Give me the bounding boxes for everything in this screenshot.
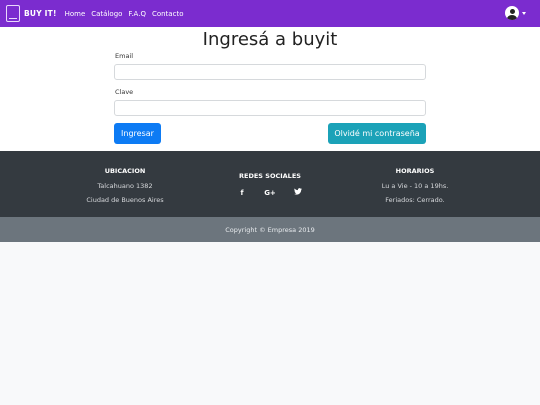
password-field[interactable] xyxy=(114,100,426,116)
social-title: REDES SOCIALES xyxy=(239,172,301,180)
copyright-bar: Copyright © Empresa 2019 xyxy=(0,217,540,242)
footer: UBICACION Talcahuano 1382 Ciudad de Buen… xyxy=(0,151,540,217)
footer-social: REDES SOCIALES xyxy=(205,172,335,180)
password-label: Clave xyxy=(115,88,134,96)
location-address: Talcahuano 1382 xyxy=(97,182,153,190)
nav-links: Home Catálogo F.A.Q Contacto xyxy=(65,10,190,18)
navbar: BUY IT! Home Catálogo F.A.Q Contacto xyxy=(0,0,540,27)
location-title: UBICACION xyxy=(104,167,146,175)
login-button[interactable]: Ingresar xyxy=(114,123,161,144)
brand-link[interactable]: BUY IT! xyxy=(6,5,57,22)
hours-weekdays: Lu a Vie - 10 a 19hs. xyxy=(381,182,449,190)
user-menu[interactable] xyxy=(505,6,526,20)
nav-link-faq[interactable]: F.A.Q xyxy=(128,10,146,18)
email-field[interactable] xyxy=(114,64,426,80)
location-city: Ciudad de Buenos Aires xyxy=(86,196,164,204)
twitter-icon[interactable] xyxy=(288,188,308,197)
caret-down-icon xyxy=(522,11,526,15)
page-title: Ingresá a buyit xyxy=(202,29,338,50)
hours-holidays: Feriados: Cerrado. xyxy=(385,196,445,204)
login-section: Ingresá a buyit Email Clave Ingresar Olv… xyxy=(0,27,540,151)
nav-link-home[interactable]: Home xyxy=(65,10,86,18)
hours-title: HORARIOS xyxy=(395,167,435,175)
footer-hours: HORARIOS Lu a Vie - 10 a 19hs. Feriados:… xyxy=(350,167,480,204)
footer-location: UBICACION Talcahuano 1382 Ciudad de Buen… xyxy=(60,167,190,204)
user-avatar-icon xyxy=(505,6,519,20)
nav-link-contacto[interactable]: Contacto xyxy=(152,10,184,18)
copyright-text: Copyright © Empresa 2019 xyxy=(225,225,315,234)
forgot-password-button[interactable]: Olvidé mi contraseña xyxy=(328,123,426,144)
facebook-icon[interactable]: f xyxy=(232,189,252,197)
brand-name: BUY IT! xyxy=(24,9,57,18)
email-label: Email xyxy=(115,52,134,60)
social-icons: f G+ xyxy=(232,188,308,197)
tablet-icon xyxy=(6,5,20,22)
google-plus-icon[interactable]: G+ xyxy=(260,189,280,197)
nav-link-catalogo[interactable]: Catálogo xyxy=(91,10,122,18)
